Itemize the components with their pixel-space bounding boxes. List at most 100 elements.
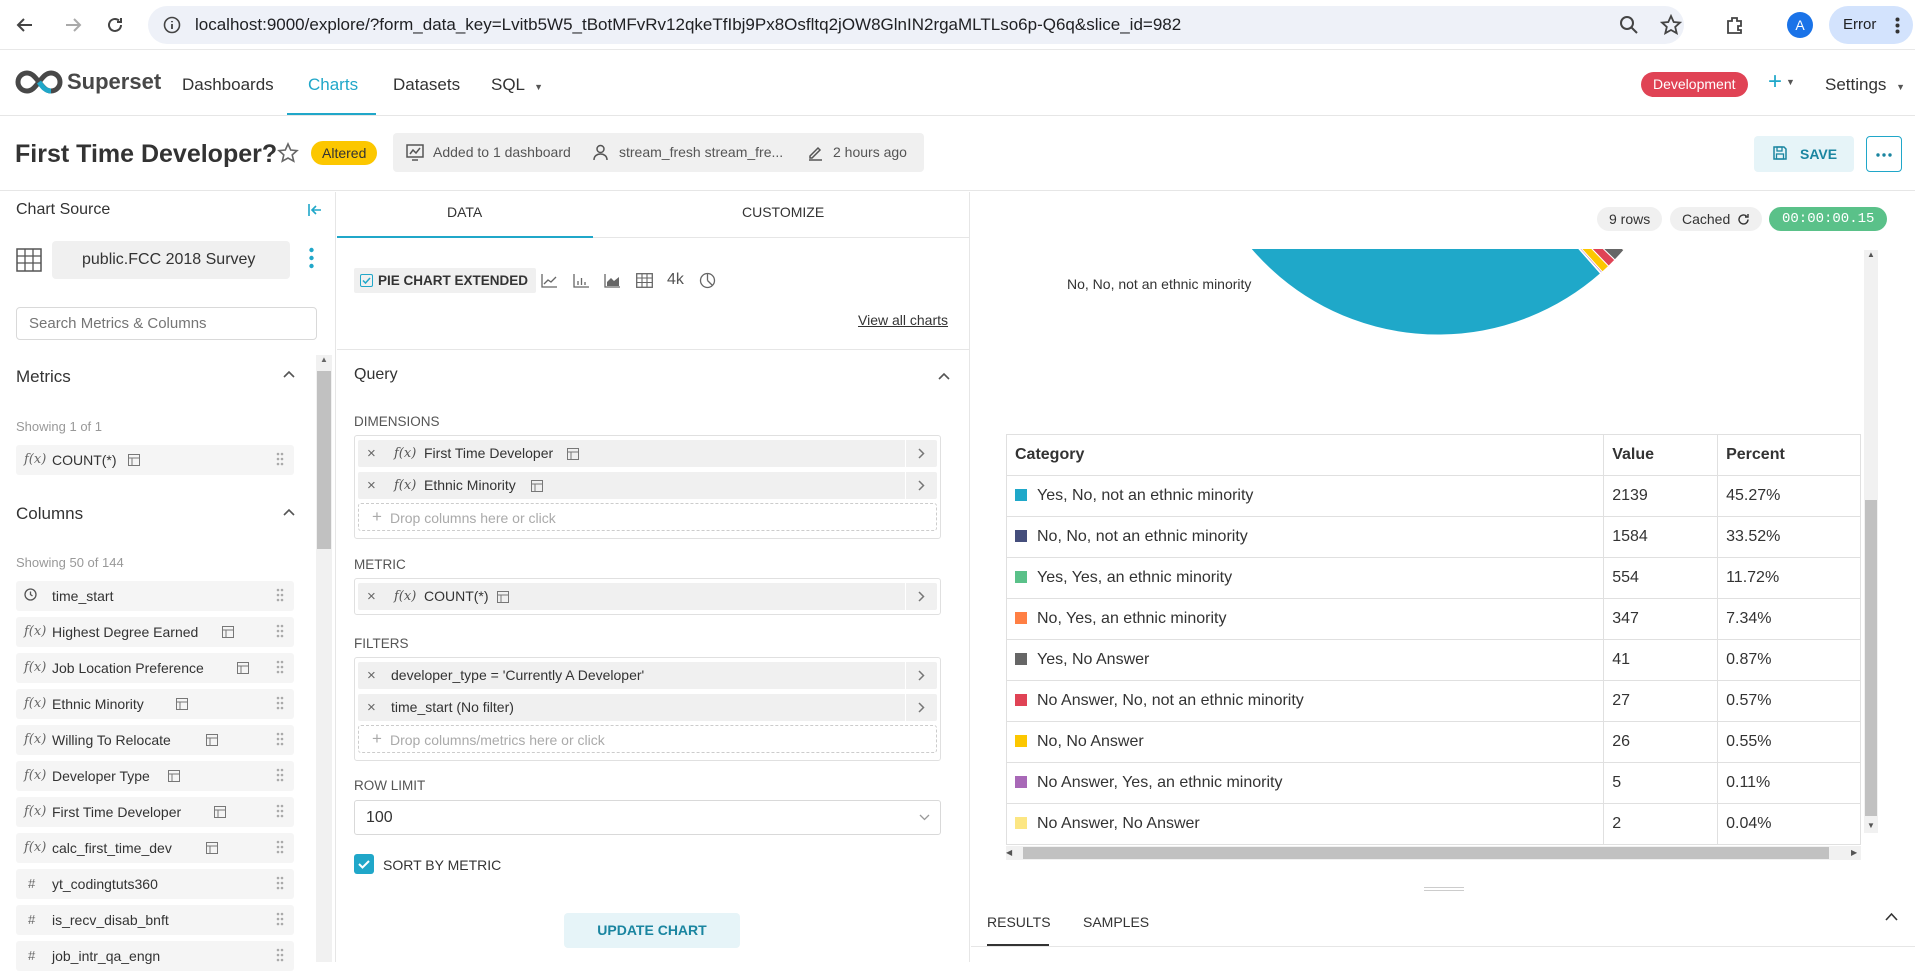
left-scrollbar[interactable]: ▲: [316, 355, 332, 962]
drag-handle-icon[interactable]: [276, 732, 284, 746]
table-row[interactable]: No, No, not an ethnic minority 1584 33.52%: [1005, 516, 1861, 558]
dataset-name[interactable]: public.FCC 2018 Survey: [52, 241, 290, 279]
superset-logo-icon[interactable]: [15, 70, 63, 94]
chevron-up-icon[interactable]: [283, 370, 295, 378]
remove-icon[interactable]: ×: [367, 667, 376, 684]
tab-results[interactable]: RESULTS: [987, 914, 1051, 930]
view-all-charts-link[interactable]: View all charts: [858, 312, 948, 328]
chevron-up-icon[interactable]: [1885, 912, 1898, 921]
tab-customize[interactable]: CUSTOMIZE: [742, 204, 824, 220]
search-columns-input[interactable]: [16, 307, 317, 340]
viz-type-selected[interactable]: PIE CHART EXTENDED: [354, 268, 537, 293]
column-item[interactable]: f(x) Willing To Relocate: [16, 725, 294, 755]
filter-pill[interactable]: × time_start (No filter): [358, 694, 937, 721]
column-item[interactable]: f(x) First Time Developer: [16, 797, 294, 827]
tab-samples[interactable]: SAMPLES: [1083, 914, 1149, 930]
altered-badge[interactable]: Altered: [311, 141, 378, 165]
query-section-title[interactable]: Query: [354, 366, 398, 384]
table-row[interactable]: No Answer, Yes, an ethnic minority 5 0.11%: [1005, 762, 1861, 804]
metrics-section-title[interactable]: Metrics: [16, 367, 71, 387]
chevron-right-icon[interactable]: [905, 472, 937, 499]
remove-icon[interactable]: ×: [367, 588, 376, 605]
remove-icon[interactable]: ×: [367, 477, 376, 494]
plus-menu-button[interactable]: + ▼: [1768, 68, 1795, 96]
brand-name[interactable]: Superset: [67, 69, 161, 95]
back-icon[interactable]: [13, 13, 37, 37]
chevron-right-icon[interactable]: [905, 440, 937, 467]
pie-chart[interactable]: [1006, 249, 1861, 359]
drag-handle-icon[interactable]: [276, 876, 284, 890]
column-item[interactable]: f(x) Ethnic Minority: [16, 689, 294, 719]
table-row[interactable]: Yes, No, not an ethnic minority 2139 45.27…: [1005, 475, 1861, 517]
scroll-thumb[interactable]: [1023, 847, 1829, 859]
chevron-right-icon[interactable]: [905, 662, 937, 689]
resize-handle[interactable]: [1424, 887, 1464, 891]
pie-slice[interactable]: [1192, 249, 1602, 336]
favorite-star-icon[interactable]: [277, 142, 299, 164]
dimensions-dropzone[interactable]: + Drop columns here or click: [358, 503, 937, 531]
remove-icon[interactable]: ×: [367, 699, 376, 716]
site-info-icon[interactable]: [163, 16, 181, 34]
column-item[interactable]: f(x) Job Location Preference: [16, 653, 294, 683]
table-row[interactable]: No, No Answer 26 0.55%: [1005, 721, 1861, 763]
drag-handle-icon[interactable]: [276, 948, 284, 962]
update-chart-button[interactable]: UPDATE CHART: [564, 913, 740, 948]
profile-avatar[interactable]: A: [1787, 12, 1813, 38]
nav-datasets[interactable]: Datasets: [393, 75, 460, 95]
filters-dropzone[interactable]: + Drop columns/metrics here or click: [358, 725, 937, 753]
bookmark-star-icon[interactable]: [1660, 14, 1682, 36]
filter-pill[interactable]: × developer_type = 'Currently A Develope…: [358, 662, 937, 689]
metric-pill[interactable]: × f(x) COUNT(*): [358, 583, 937, 610]
nav-dashboards[interactable]: Dashboards: [182, 75, 274, 95]
chevron-up-icon[interactable]: [938, 372, 950, 380]
last-modified[interactable]: 2 hours ago: [833, 144, 907, 160]
scroll-thumb[interactable]: [317, 371, 331, 549]
zoom-icon[interactable]: [1619, 15, 1639, 35]
browser-error-button[interactable]: Error: [1829, 6, 1913, 44]
column-item[interactable]: time_start: [16, 581, 294, 611]
column-item[interactable]: f(x) Developer Type: [16, 761, 294, 791]
table-row[interactable]: Yes, Yes, an ethnic minority 554 11.72%: [1005, 557, 1861, 599]
sort-by-metric-checkbox[interactable]: [354, 854, 374, 874]
bar-chart-icon[interactable]: [573, 273, 590, 288]
row-limit-select[interactable]: 100: [354, 800, 941, 835]
drag-handle-icon[interactable]: [276, 624, 284, 638]
scroll-left-icon[interactable]: ◀: [1006, 846, 1018, 860]
sort-by-metric-label[interactable]: SORT BY METRIC: [383, 857, 501, 873]
settings-menu[interactable]: Settings ▼: [1825, 75, 1905, 95]
column-item[interactable]: f(x) Highest Degree Earned: [16, 617, 294, 647]
scroll-down-icon[interactable]: ▼: [1864, 821, 1878, 833]
header-value[interactable]: Value: [1603, 434, 1719, 476]
dashboards-count[interactable]: Added to 1 dashboard: [433, 144, 571, 160]
table-icon[interactable]: [636, 273, 653, 288]
extensions-icon[interactable]: [1724, 14, 1746, 36]
area-chart-icon[interactable]: [604, 273, 621, 288]
dimension-pill[interactable]: × f(x) Ethnic Minority: [358, 472, 937, 499]
line-chart-icon[interactable]: [541, 273, 558, 288]
scroll-up-icon[interactable]: ▲: [1864, 250, 1878, 262]
drag-handle-icon[interactable]: [276, 452, 284, 466]
scroll-up-icon[interactable]: ▲: [316, 355, 332, 367]
save-button[interactable]: SAVE: [1754, 136, 1854, 172]
nav-sql[interactable]: SQL ▼: [491, 75, 543, 95]
more-actions-button[interactable]: [1866, 136, 1902, 172]
chart-title[interactable]: First Time Developer?: [15, 140, 277, 169]
cached-badge[interactable]: Cached: [1670, 207, 1763, 231]
column-item[interactable]: # job_intr_qa_engn: [16, 941, 294, 971]
chart-scrollbar[interactable]: ▲ ▼: [1864, 250, 1878, 833]
drag-handle-icon[interactable]: [276, 696, 284, 710]
collapse-panel-icon[interactable]: [307, 202, 323, 218]
table-horizontal-scrollbar[interactable]: ◀ ▶: [1006, 846, 1861, 860]
table-row[interactable]: No, Yes, an ethnic minority 347 7.34%: [1005, 598, 1861, 640]
drag-handle-icon[interactable]: [276, 804, 284, 818]
remove-icon[interactable]: ×: [367, 445, 376, 462]
chart-owner[interactable]: stream_fresh stream_fre...: [619, 144, 783, 160]
table-row[interactable]: No Answer, No, not an ethnic minority 27 0…: [1005, 680, 1861, 722]
pie-chart-icon[interactable]: [699, 272, 716, 289]
column-item[interactable]: # is_recv_disab_bnft: [16, 905, 294, 935]
header-category[interactable]: Category: [1005, 434, 1605, 476]
table-row[interactable]: Yes, No Answer 41 0.87%: [1005, 639, 1861, 681]
drag-handle-icon[interactable]: [276, 912, 284, 926]
dimension-pill[interactable]: × f(x) First Time Developer: [358, 440, 937, 467]
big-number-icon[interactable]: 4k: [667, 271, 684, 289]
